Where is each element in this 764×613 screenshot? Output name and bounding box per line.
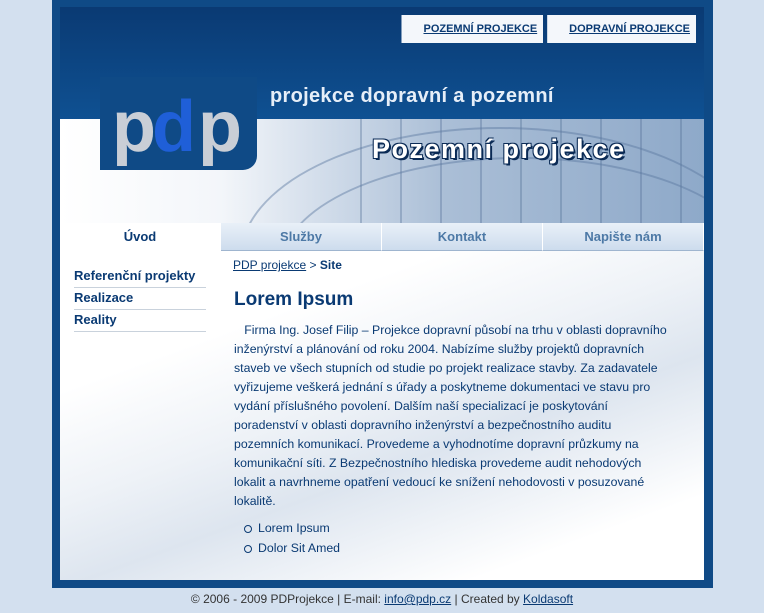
content-paragraph-text: Firma Ing. Josef Filip – Projekce doprav… <box>234 323 667 508</box>
breadcrumb: PDP projekce > Site <box>233 258 342 272</box>
list-item: Lorem Ipsum <box>244 518 340 538</box>
nav-item-kontakt[interactable]: Kontakt <box>382 223 543 251</box>
footer-author-link[interactable]: Koldasoft <box>523 592 573 606</box>
nav-item-napiste-nam[interactable]: Napište nám <box>543 223 704 251</box>
footer: © 2006 - 2009 PDProjekce | E-mail: info@… <box>0 592 764 606</box>
breadcrumb-separator: > <box>309 258 317 272</box>
pdp-logo[interactable]: p d p <box>100 77 257 170</box>
footer-email-link[interactable]: info@pdp.cz <box>384 592 451 606</box>
nav-item-sluzby[interactable]: Služby <box>221 223 382 251</box>
sidebar-item-realizace[interactable]: Realizace <box>74 288 206 310</box>
top-link-dopravni-projekce[interactable]: DOPRAVNÍ PROJEKCE <box>547 15 696 43</box>
sidebar-item-referencni-projekty[interactable]: Referenční projekty <box>74 266 206 288</box>
footer-created-by: | Created by <box>454 592 520 606</box>
tagline: projekce dopravní a pozemní <box>270 85 554 107</box>
list-item: Dolor Sit Amed <box>244 538 340 558</box>
header: POZEMNÍ PROJEKCE DOPRAVNÍ PROJEKCE p d p… <box>60 7 704 223</box>
breadcrumb-home-link[interactable]: PDP projekce <box>233 258 306 272</box>
breadcrumb-current: Site <box>319 258 342 272</box>
main-nav: Úvod Služby Kontakt Napište nám <box>60 223 704 251</box>
footer-copyright: © 2006 - 2009 PDProjekce | E-mail: <box>190 592 381 606</box>
content-title: Lorem Ipsum <box>234 289 354 310</box>
section-title: Pozemní projekce <box>372 134 626 164</box>
sidebar: Referenční projekty Realizace Reality <box>74 266 206 332</box>
page-container: POZEMNÍ PROJEKCE DOPRAVNÍ PROJEKCE p d p… <box>60 7 704 580</box>
sidebar-item-reality[interactable]: Reality <box>74 310 206 332</box>
top-link-pozemni-projekce[interactable]: POZEMNÍ PROJEKCE <box>401 15 544 43</box>
top-links: POZEMNÍ PROJEKCE DOPRAVNÍ PROJEKCE <box>401 15 696 43</box>
content-list: Lorem Ipsum Dolor Sit Amed <box>244 518 340 558</box>
content-paragraph: Firma Ing. Josef Filip – Projekce doprav… <box>234 321 674 511</box>
nav-item-uvod[interactable]: Úvod <box>60 223 221 251</box>
